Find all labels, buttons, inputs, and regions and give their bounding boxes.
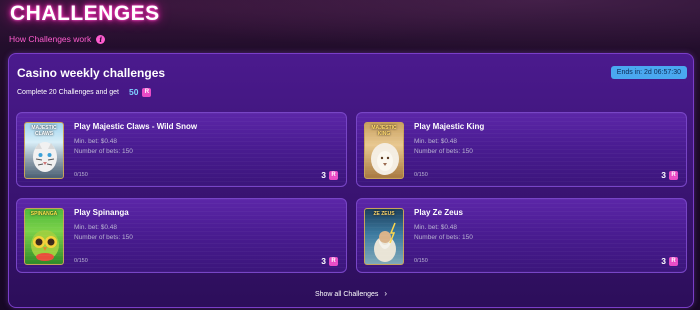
reward-amount: 3 (321, 170, 326, 180)
min-bet: Min. bet: $0.48 (74, 138, 117, 145)
challenge-title: Play Spinanga (74, 208, 129, 217)
thumbnail-caption: SPINANGA (30, 211, 58, 217)
thumbnail-caption: MAJESTIC KING (371, 125, 397, 137)
weekly-challenges-panel: Casino weekly challenges Complete 20 Cha… (8, 53, 694, 308)
number-of-bets: Number of bets: 150 (414, 234, 473, 241)
number-of-bets: Number of bets: 150 (414, 148, 473, 155)
challenge-title: Play Majestic King (414, 122, 485, 131)
reward-total: 50 (128, 87, 139, 97)
challenge-reward: 3 R (661, 256, 678, 266)
show-all-label: Show all Challenges (314, 291, 379, 298)
challenge-progress: 0/150 (74, 258, 88, 264)
reward-amount: 3 (661, 256, 666, 266)
coin-icon: R (329, 256, 338, 266)
reward-coin-icon: R (142, 87, 152, 97)
number-of-bets: Number of bets: 150 (74, 234, 133, 241)
page-title: CHALLENGES (10, 2, 160, 25)
challenge-card-majestic-king[interactable]: MAJESTIC KING Play Majestic King Min. be… (356, 112, 687, 187)
game-thumbnail-ze-zeus: ZE ZEUS (364, 208, 404, 265)
panel-title: Casino weekly challenges (17, 66, 166, 80)
challenge-card-ze-zeus[interactable]: ZE ZEUS Play Ze Zeus Min. bet: $0.48 Num… (356, 198, 687, 273)
coin-icon: R (669, 256, 678, 266)
how-challenges-work-link[interactable]: How Challenges work i (9, 34, 106, 44)
coin-icon: R (669, 170, 678, 180)
game-thumbnail-majestic-king: MAJESTIC KING (364, 122, 404, 179)
challenge-title: Play Ze Zeus (414, 208, 463, 217)
min-bet: Min. bet: $0.48 (414, 224, 457, 231)
zeus-icon (374, 222, 396, 262)
game-thumbnail-majestic-claws: MAJESTIC CLAWS (24, 122, 64, 179)
timer-badge: Ends in: 2d 06:57:30 (610, 66, 687, 79)
coin-icon: R (329, 170, 338, 180)
thumbnail-caption: MAJESTIC CLAWS (31, 125, 57, 137)
challenge-reward: 3 R (321, 256, 338, 266)
challenge-progress: 0/150 (414, 172, 428, 178)
panel-subtitle: Complete 20 Challenges and get 50 R (17, 87, 152, 97)
thumbnail-caption: ZE ZEUS (373, 211, 395, 217)
panel-subtitle-text: Complete 20 Challenges and get (17, 88, 119, 96)
number-of-bets: Number of bets: 150 (74, 148, 133, 155)
challenge-title: Play Majestic Claws - Wild Snow (74, 122, 198, 131)
reward-amount: 3 (321, 256, 326, 266)
challenge-card-spinanga[interactable]: SPINANGA Play Spinanga Min. bet: $0.48 N… (16, 198, 347, 273)
info-icon: i (96, 34, 106, 44)
game-thumbnail-spinanga: SPINANGA (24, 208, 64, 265)
challenge-progress: 0/150 (74, 172, 88, 178)
min-bet: Min. bet: $0.48 (74, 224, 117, 231)
challenge-reward: 3 R (661, 170, 678, 180)
reward-amount: 3 (661, 170, 666, 180)
chevron-right-icon: › (384, 289, 388, 298)
show-all-challenges-button[interactable]: Show all Challenges › (9, 289, 693, 298)
owl-icon (31, 230, 59, 261)
challenge-reward: 3 R (321, 170, 338, 180)
challenge-card-majestic-claws[interactable]: MAJESTIC CLAWS Play Majestic Claws - Wil… (16, 112, 347, 187)
min-bet: Min. bet: $0.48 (414, 138, 457, 145)
challenge-progress: 0/150 (414, 258, 428, 264)
how-challenges-work-label: How Challenges work (9, 34, 92, 44)
